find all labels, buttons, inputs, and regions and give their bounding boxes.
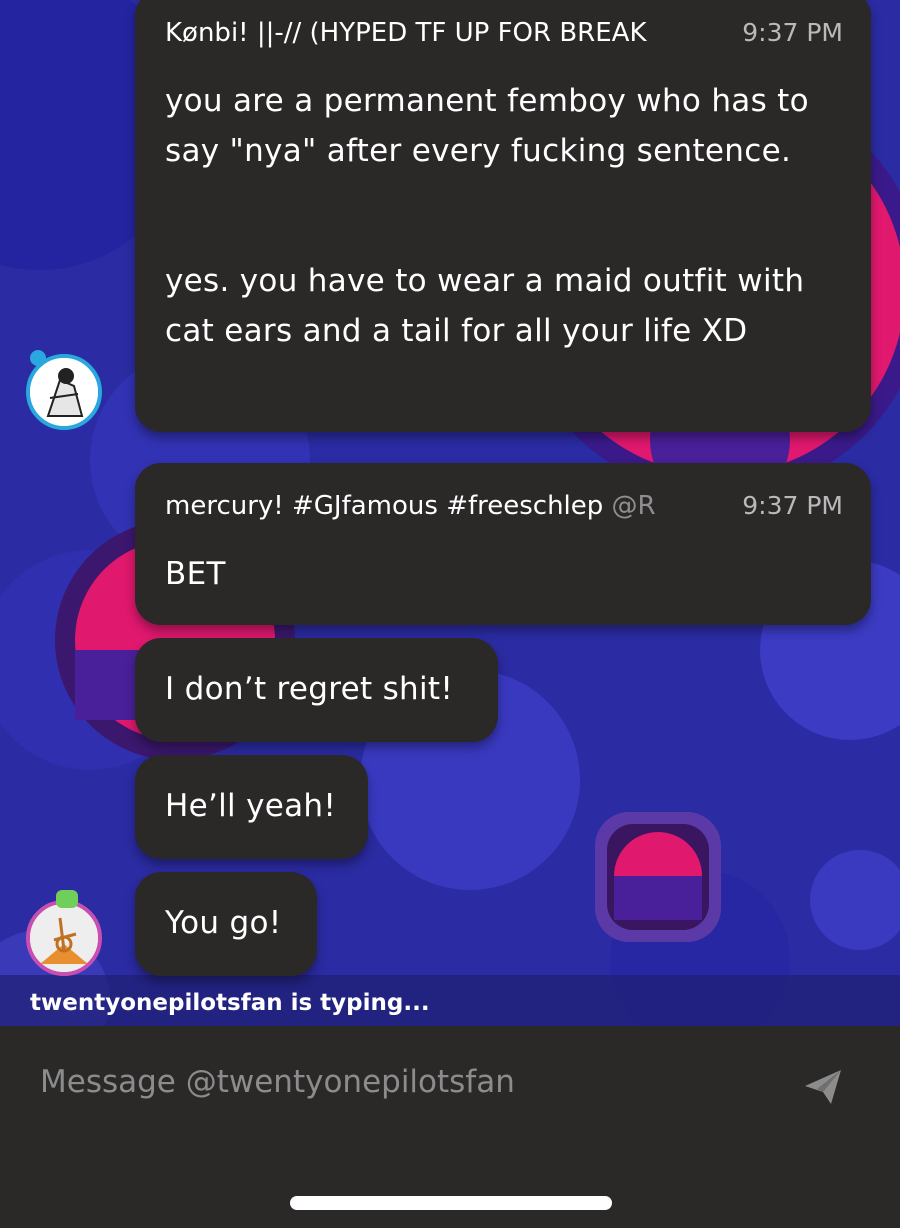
message-time: 9:37 PM [742, 18, 843, 47]
message-time: 9:37 PM [742, 491, 843, 520]
author-name: mercury! #GJfamous #freeschlep [165, 491, 604, 521]
message-text: You go! [165, 905, 282, 941]
avatar-image [30, 904, 98, 972]
message-text: BET [165, 556, 226, 592]
message-text: He’ll yeah! [165, 788, 337, 824]
message-meta: mercury! #GJfamous #freeschlep @R 9:37 P… [165, 491, 843, 525]
message-meta: Kønbi! ||-// (HYPED TF UP FOR BREAK 9:37… [165, 18, 843, 52]
message-author[interactable]: mercury! #GJfamous #freeschlep @R [165, 491, 715, 521]
message-text: I don’t regret shit! [165, 671, 454, 707]
message-bubble[interactable]: He’ll yeah! [135, 755, 368, 859]
avatar-badge [30, 350, 46, 366]
message-text: you are a permanent femboy who has to sa… [165, 83, 809, 169]
message-input[interactable] [38, 1054, 742, 1110]
message-mention: @R [611, 491, 656, 521]
message-text: yes. you have to wear a maid outfit with… [165, 263, 805, 349]
typing-indicator: twentyonepilotsfan is typing... [30, 990, 430, 1016]
message-bubble[interactable]: Kønbi! ||-// (HYPED TF UP FOR BREAK 9:37… [135, 0, 871, 432]
message-author[interactable]: Kønbi! ||-// (HYPED TF UP FOR BREAK [165, 18, 715, 48]
partner-avatar[interactable] [26, 900, 102, 976]
avatar-badge [56, 890, 78, 908]
message-bubble[interactable]: I don’t regret shit! [135, 638, 498, 742]
message-bubble[interactable]: You go! [135, 872, 317, 976]
message-bubble[interactable]: mercury! #GJfamous #freeschlep @R 9:37 P… [135, 463, 871, 625]
avatar-image [30, 358, 98, 426]
send-icon[interactable] [803, 1068, 843, 1106]
home-indicator[interactable] [290, 1196, 612, 1210]
